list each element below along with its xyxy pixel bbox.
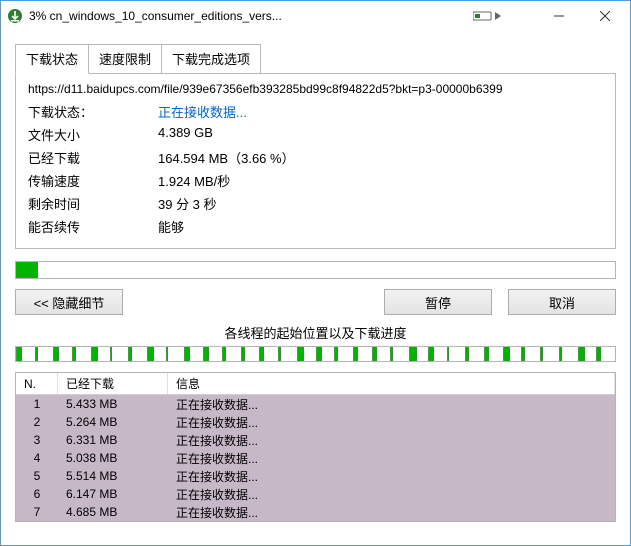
thread-table-body[interactable]: 15.433 MB正在接收数据...25.264 MB正在接收数据...36.3… (16, 395, 615, 522)
cell-info: 正在接收数据... (168, 450, 615, 467)
cell-downloaded: 5.433 MB (58, 397, 168, 411)
label-downloaded: 已经下载 (28, 148, 158, 167)
value-downloaded: 164.594 MB（3.66 %） (158, 148, 295, 167)
cell-number: 4 (16, 451, 58, 465)
cell-info: 正在接收数据... (168, 486, 615, 503)
tab-on-complete[interactable]: 下载完成选项 (162, 44, 261, 74)
label-resume: 能否续传 (28, 217, 158, 236)
value-size: 4.389 GB (158, 125, 213, 144)
label-status: 下载状态： (28, 102, 158, 121)
minimize-button[interactable] (536, 1, 582, 31)
label-size: 文件大小 (28, 125, 158, 144)
tab-speed-limit[interactable]: 速度限制 (89, 44, 162, 74)
progress-fill (16, 262, 38, 278)
thread-position-ruler (15, 346, 616, 362)
table-row[interactable]: 36.331 MB正在接收数据... (16, 431, 615, 449)
cell-info: 正在接收数据... (168, 396, 615, 413)
cell-info: 正在接收数据... (168, 414, 615, 431)
cancel-button[interactable]: 取消 (508, 289, 616, 315)
col-info[interactable]: 信息 (168, 373, 615, 394)
value-resume: 能够 (158, 217, 184, 236)
cell-downloaded: 5.264 MB (58, 415, 168, 429)
window-controls (536, 1, 628, 31)
hide-details-button[interactable]: << 隐藏细节 (15, 289, 123, 315)
table-row[interactable]: 15.433 MB正在接收数据... (16, 395, 615, 413)
table-row[interactable]: 66.147 MB正在接收数据... (16, 485, 615, 503)
cell-info: 正在接收数据... (168, 432, 615, 449)
table-row[interactable]: 25.264 MB正在接收数据... (16, 413, 615, 431)
value-speed: 1.924 MB/秒 (158, 171, 230, 190)
thread-table-header: N. 已经下载 信息 (16, 373, 615, 395)
tab-download-status[interactable]: 下载状态 (15, 44, 89, 74)
title-bar: 3% cn_windows_10_consumer_editions_vers.… (1, 1, 630, 31)
threads-title: 各线程的起始位置以及下载进度 (15, 323, 616, 342)
title-status-icon (470, 8, 506, 24)
cell-number: 5 (16, 469, 58, 483)
app-icon (7, 8, 23, 24)
pause-button[interactable]: 暂停 (384, 289, 492, 315)
cell-downloaded: 4.685 MB (58, 505, 168, 519)
table-row[interactable]: 55.514 MB正在接收数据... (16, 467, 615, 485)
tab-bar: 下载状态 速度限制 下载完成选项 (15, 43, 616, 73)
cell-downloaded: 6.147 MB (58, 487, 168, 501)
col-downloaded[interactable]: 已经下载 (58, 373, 168, 394)
col-number[interactable]: N. (16, 373, 58, 394)
cell-downloaded: 5.514 MB (58, 469, 168, 483)
close-button[interactable] (582, 1, 628, 31)
label-speed: 传输速度 (28, 171, 158, 190)
value-remaining: 39 分 3 秒 (158, 194, 217, 213)
progress-bar (15, 261, 616, 279)
thread-table: N. 已经下载 信息 15.433 MB正在接收数据...25.264 MB正在… (15, 372, 616, 522)
label-remaining: 剩余时间 (28, 194, 158, 213)
window-title: 3% cn_windows_10_consumer_editions_vers.… (29, 9, 462, 23)
tab-panel: https://d11.baidupcs.com/file/939e67356e… (15, 73, 616, 249)
table-row[interactable]: 74.685 MB正在接收数据... (16, 503, 615, 521)
cell-number: 1 (16, 397, 58, 411)
cell-number: 7 (16, 505, 58, 519)
cell-downloaded: 6.331 MB (58, 433, 168, 447)
cell-info: 正在接收数据... (168, 468, 615, 485)
cell-number: 2 (16, 415, 58, 429)
cell-number: 6 (16, 487, 58, 501)
value-status: 正在接收数据... (158, 102, 247, 121)
download-url: https://d11.baidupcs.com/file/939e67356e… (28, 82, 603, 96)
cell-number: 3 (16, 433, 58, 447)
cell-info: 正在接收数据... (168, 504, 615, 521)
cell-downloaded: 5.038 MB (58, 451, 168, 465)
table-row[interactable]: 45.038 MB正在接收数据... (16, 449, 615, 467)
